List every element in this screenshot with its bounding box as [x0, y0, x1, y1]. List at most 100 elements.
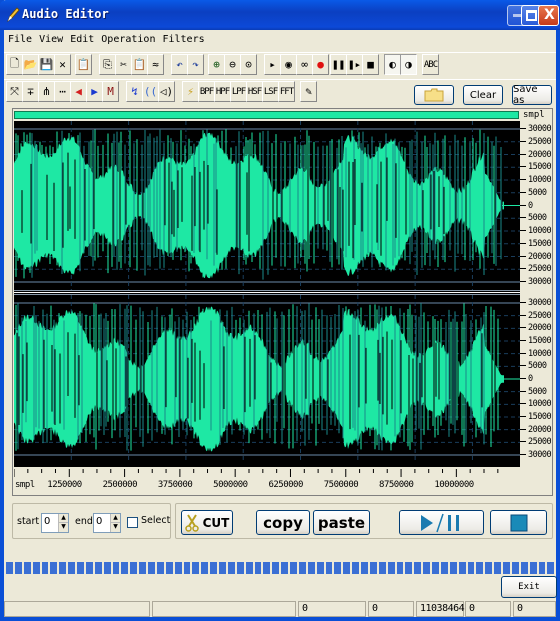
- save-file-tool-button[interactable]: 💾: [38, 54, 55, 75]
- fade-in-icon: ◀: [75, 85, 82, 98]
- progress-block: [432, 562, 439, 574]
- equalizer-icon: ⚡: [187, 85, 194, 98]
- clear-button[interactable]: Clear: [463, 85, 503, 105]
- progress-block: [316, 562, 324, 574]
- start-value[interactable]: 0: [44, 516, 50, 527]
- edit-pencil-tool-button[interactable]: ✎: [300, 81, 317, 102]
- copy-button[interactable]: copy: [256, 510, 310, 535]
- progress-block: [334, 562, 342, 574]
- close-button[interactable]: X: [538, 5, 559, 26]
- y-tick-label: 5000: [520, 361, 547, 371]
- open-folder-icon: 📂: [23, 58, 38, 71]
- zoom-in-tool-button[interactable]: ⊕: [208, 54, 225, 75]
- menu-edit[interactable]: Edit: [66, 30, 97, 45]
- new-file-tool-button[interactable]: 🗋: [6, 54, 23, 75]
- menu-filters[interactable]: Filters: [158, 30, 207, 45]
- equalizer-tool-button[interactable]: ⚡: [182, 81, 199, 102]
- loop-tool-button[interactable]: ∞: [296, 54, 313, 75]
- menu-view[interactable]: View: [35, 30, 66, 45]
- progress-block: [343, 562, 351, 574]
- lpf-tool-button[interactable]: LPF: [230, 81, 247, 102]
- cut-button[interactable]: CUT: [181, 510, 233, 535]
- trim-tool-button[interactable]: ∓: [22, 81, 39, 102]
- step-tool-button[interactable]: ❚▸: [346, 54, 363, 75]
- progress-block: [414, 562, 422, 574]
- progress-block: [156, 562, 164, 574]
- progress-block: [511, 562, 519, 574]
- end-value[interactable]: 0: [96, 516, 102, 527]
- hsf-tool-button[interactable]: HSF: [246, 81, 263, 102]
- open-file-tool-button[interactable]: 📂: [22, 54, 39, 75]
- properties-tool-button[interactable]: 📋: [75, 54, 92, 75]
- progress-block: [352, 562, 359, 574]
- right-channel-waveform[interactable]: [14, 295, 520, 463]
- silence-icon: ⋯: [59, 85, 66, 98]
- overview-scrollbar[interactable]: [14, 111, 519, 119]
- loop-icon: ∞: [301, 58, 308, 71]
- hpf-tool-button[interactable]: HPF: [214, 81, 231, 102]
- reverse-tool-button[interactable]: ↯: [126, 81, 143, 102]
- start-up-arrow-icon[interactable]: ▲: [59, 514, 68, 523]
- end-down-arrow-icon[interactable]: ▼: [111, 523, 120, 532]
- title-bar[interactable]: Audio Editor X: [0, 0, 560, 30]
- y-tick-label: 30000: [520, 124, 552, 134]
- redo-tool-button[interactable]: ↷: [187, 54, 204, 75]
- y-tick-label: 5000: [520, 188, 547, 198]
- reverb-tool-button[interactable]: ◁): [158, 81, 175, 102]
- stereo-left-tool-button[interactable]: ◐: [384, 54, 401, 75]
- stereo-right-tool-button[interactable]: ◑: [400, 54, 417, 75]
- abc-tool-button[interactable]: ABC: [422, 54, 439, 75]
- copy-tool-button[interactable]: ⎘: [99, 54, 116, 75]
- y-tick-label: 10000: [520, 349, 552, 359]
- open-folder-button[interactable]: [414, 85, 454, 105]
- lsf-tool-button[interactable]: LSF: [262, 81, 279, 102]
- progress-block: [6, 562, 13, 574]
- start-label: start: [17, 516, 40, 527]
- y-tick-label: 20000: [520, 425, 552, 435]
- amplify-icon: M: [107, 85, 114, 98]
- status-cell-6: 0: [465, 601, 511, 617]
- paste-button[interactable]: paste: [313, 510, 370, 535]
- paste-tool-button[interactable]: 📋: [131, 54, 148, 75]
- right-channel-y-axis: 30000 25000 20000 15000 10000 5000 0 5000 10000 1…: [520, 295, 552, 463]
- silence-tool-button[interactable]: ⋯: [54, 81, 71, 102]
- cut-tool-button[interactable]: ✂: [115, 54, 132, 75]
- bpf-tool-button[interactable]: BPF: [198, 81, 215, 102]
- echo-tool-button[interactable]: ((: [142, 81, 159, 102]
- normalize-tool-button[interactable]: ⋔: [38, 81, 55, 102]
- fade-out-tool-button[interactable]: ▶: [86, 81, 103, 102]
- main-toolbar: 🗋 📂 💾 ✕ 📋 ⎘ ✂ 📋 ≈ ↶ ↷ ⊕ ⊖ ⊙ ▸ ◉ ∞ ● ❚❚ ❚▸ ■ ◐ ◑ ABC: [4, 52, 556, 76]
- amplify-tool-button[interactable]: M: [102, 81, 119, 102]
- record-tool-button[interactable]: ●: [312, 54, 329, 75]
- pause-tool-button[interactable]: ❚❚: [330, 54, 347, 75]
- y-tick-label: 10000: [520, 226, 552, 236]
- fade-in-tool-button[interactable]: ◀: [70, 81, 87, 102]
- select-all-tool-button[interactable]: ⤧: [6, 81, 23, 102]
- menu-operation[interactable]: Operation: [97, 30, 158, 45]
- start-spinner[interactable]: 0 ▲ ▼: [41, 513, 69, 533]
- progress-block: [165, 562, 173, 574]
- play-tool-button[interactable]: ▸: [264, 54, 281, 75]
- exit-button[interactable]: Exit: [501, 576, 557, 598]
- fft-tool-button[interactable]: FFT: [278, 81, 295, 102]
- play-pause-button[interactable]: [399, 510, 484, 535]
- select-checkbox[interactable]: [127, 517, 138, 528]
- close-file-tool-button[interactable]: ✕: [54, 54, 71, 75]
- stop-tool-button[interactable]: ■: [362, 54, 379, 75]
- undo-tool-button[interactable]: ↶: [171, 54, 188, 75]
- stop-button[interactable]: [490, 510, 547, 535]
- zoom-fit-tool-button[interactable]: ⊙: [240, 54, 257, 75]
- y-tick-label: 25000: [520, 264, 552, 274]
- save-as-button[interactable]: Save as: [512, 84, 552, 106]
- left-channel-waveform[interactable]: [14, 121, 520, 290]
- progress-block: [547, 562, 555, 574]
- zoom-out-tool-button[interactable]: ⊖: [224, 54, 241, 75]
- menu-file[interactable]: File: [4, 30, 35, 45]
- play-selection-tool-button[interactable]: ◉: [280, 54, 297, 75]
- zoom-in-icon: ⊕: [213, 58, 220, 71]
- start-down-arrow-icon[interactable]: ▼: [59, 523, 68, 532]
- y-tick-label: 20000: [520, 323, 552, 333]
- end-spinner[interactable]: 0 ▲ ▼: [93, 513, 121, 533]
- mix-paste-tool-button[interactable]: ≈: [147, 54, 164, 75]
- end-up-arrow-icon[interactable]: ▲: [111, 514, 120, 523]
